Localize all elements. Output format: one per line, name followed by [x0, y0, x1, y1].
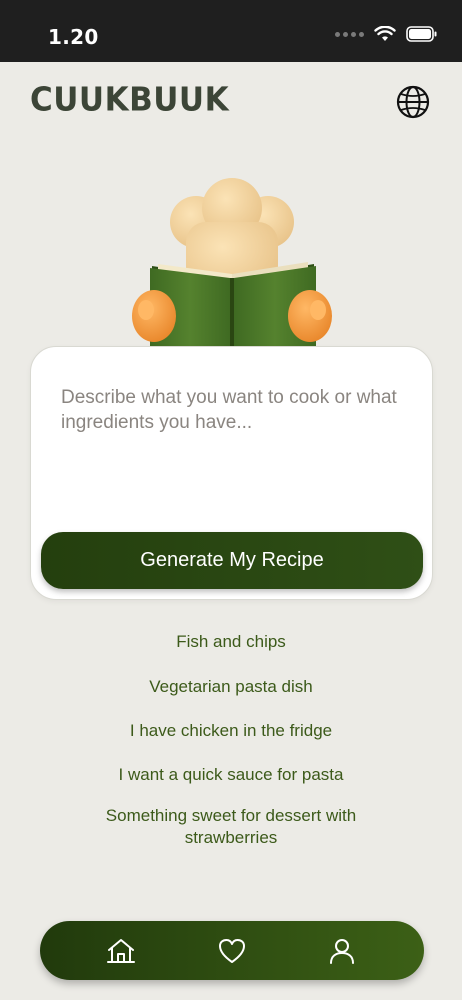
status-time: 1.20: [48, 25, 99, 49]
app-logo: CUUKBUUK: [30, 81, 230, 119]
wifi-icon: [374, 26, 396, 41]
bottom-tab-bar: [40, 921, 424, 980]
home-icon[interactable]: [106, 936, 136, 966]
recipe-prompt-input[interactable]: [61, 385, 401, 515]
generate-recipe-button[interactable]: Generate My Recipe: [41, 532, 423, 589]
status-icons: [335, 26, 438, 42]
suggestion-item[interactable]: Something sweet for dessert with strawbe…: [70, 805, 392, 849]
heart-icon[interactable]: [217, 936, 247, 966]
suggestion-item[interactable]: Vegetarian pasta dish: [60, 676, 402, 698]
suggestion-item[interactable]: I have chicken in the fridge: [60, 720, 402, 742]
suggestion-item[interactable]: Fish and chips: [60, 631, 402, 653]
globe-icon[interactable]: [395, 84, 431, 120]
profile-icon[interactable]: [327, 936, 357, 966]
status-bar: 1.20: [0, 0, 462, 62]
signal-dots-icon: [335, 31, 364, 37]
battery-icon: [406, 26, 437, 42]
recipe-prompt-card: Generate My Recipe: [30, 346, 433, 600]
chef-reading-book-icon: [132, 178, 332, 372]
suggestion-item[interactable]: I want a quick sauce for pasta: [60, 764, 402, 786]
